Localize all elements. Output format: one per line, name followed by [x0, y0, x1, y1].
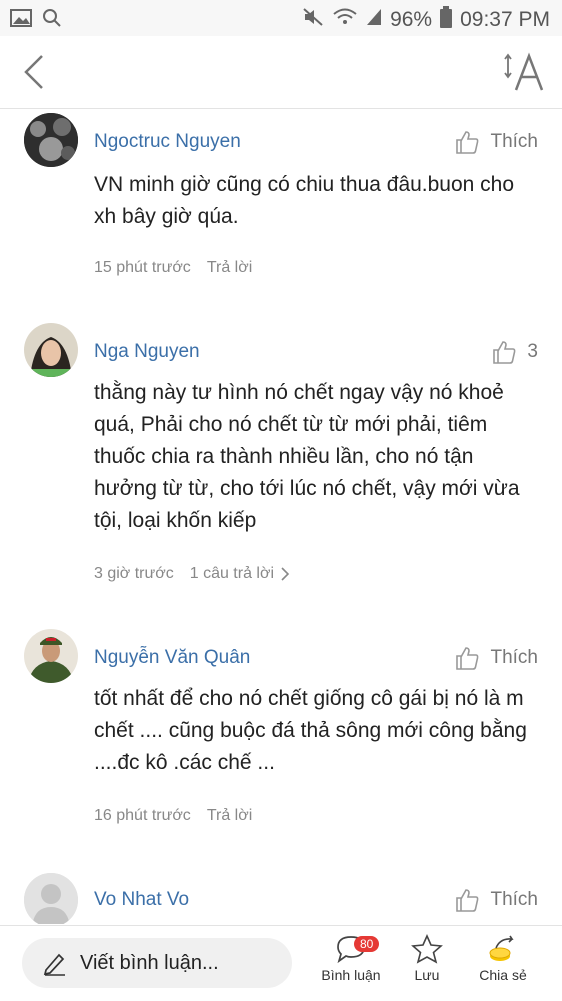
- comment-author[interactable]: Vo Nhat Vo: [94, 889, 189, 911]
- comment-text: VN minh giờ cũng có chiu thua đâu.buon c…: [94, 173, 515, 228]
- thumbs-up-icon: [493, 341, 516, 364]
- like-button[interactable]: 3: [491, 339, 538, 365]
- bottom-bar: Viết bình luận... 80 Bình luận Lưu Chia …: [0, 925, 562, 1001]
- like-label: Thích: [490, 889, 538, 910]
- avatar: [24, 113, 78, 167]
- chevron-left-icon: [24, 55, 43, 89]
- comments-count-badge: 80: [354, 936, 380, 952]
- like-button[interactable]: Thích: [454, 645, 538, 671]
- wifi-icon: [332, 7, 358, 33]
- signal-icon: [366, 8, 382, 32]
- share-button[interactable]: Chia sẻ: [468, 934, 538, 983]
- comment-meta: 16 phút trước Trả lời: [94, 807, 252, 825]
- clock: 09:37 PM: [460, 8, 550, 31]
- save-button[interactable]: Lưu: [392, 934, 462, 983]
- comment-author[interactable]: Ngoctruc Nguyen: [94, 131, 241, 153]
- thumbs-up-icon: [456, 131, 479, 154]
- comment-time: 16 phút trước: [94, 807, 191, 824]
- replies-link[interactable]: 1 câu trả lời: [190, 565, 290, 583]
- battery-icon: [440, 6, 453, 34]
- back-button[interactable]: [16, 52, 56, 92]
- comment-author[interactable]: Nguyễn Văn Quân: [94, 647, 250, 669]
- share-coin-icon: [489, 935, 514, 961]
- gallery-icon: [10, 9, 32, 32]
- comment-meta: 3 giờ trước 1 câu trả lời: [94, 565, 290, 583]
- star-icon: [411, 934, 443, 964]
- avatar: [24, 323, 78, 377]
- save-label: Lưu: [414, 967, 440, 983]
- comments-button[interactable]: 80 Bình luận: [316, 934, 386, 983]
- comment-time: 3 giờ trước: [94, 565, 174, 582]
- comment-text: thằng này tư hình nó chết ngay vậy nó kh…: [94, 381, 520, 532]
- battery-level: 96%: [390, 8, 433, 31]
- mute-icon: [302, 7, 324, 33]
- compose-placeholder: Viết bình luận...: [80, 951, 219, 974]
- thumbs-up-icon: [456, 647, 479, 670]
- comments-label: Bình luận: [321, 967, 381, 983]
- comment-meta: 15 phút trước Trả lời: [94, 259, 252, 277]
- like-label: Thích: [490, 131, 538, 152]
- reply-button[interactable]: Trả lời: [207, 807, 252, 825]
- comment-list: Ngoctruc Nguyen Thích VN minh giờ cũng c…: [0, 109, 562, 924]
- pencil-icon: [43, 953, 65, 976]
- search-icon: [42, 8, 62, 33]
- font-size-icon: [504, 52, 544, 91]
- app-bar: [0, 36, 562, 109]
- like-button[interactable]: Thích: [454, 887, 538, 913]
- font-size-button[interactable]: [504, 50, 544, 94]
- like-label: Thích: [490, 647, 538, 668]
- like-button[interactable]: Thích: [454, 129, 538, 155]
- chevron-right-icon: [281, 567, 290, 581]
- like-count: 3: [527, 341, 538, 362]
- comment-text: tốt nhất để cho nó chết giống cô gái bị …: [94, 687, 527, 774]
- replies-count: 1 câu trả lời: [189, 565, 275, 582]
- avatar: [24, 873, 78, 924]
- thumbs-up-icon: [456, 889, 479, 912]
- avatar: [24, 629, 78, 683]
- reply-button[interactable]: Trả lời: [207, 259, 252, 277]
- share-label: Chia sẻ: [479, 967, 527, 983]
- compose-comment-field[interactable]: Viết bình luận...: [22, 938, 292, 988]
- status-bar: 96% 09:37 PM: [0, 0, 562, 36]
- comment-author[interactable]: Nga Nguyen: [94, 341, 200, 363]
- comment-time: 15 phút trước: [94, 259, 191, 276]
